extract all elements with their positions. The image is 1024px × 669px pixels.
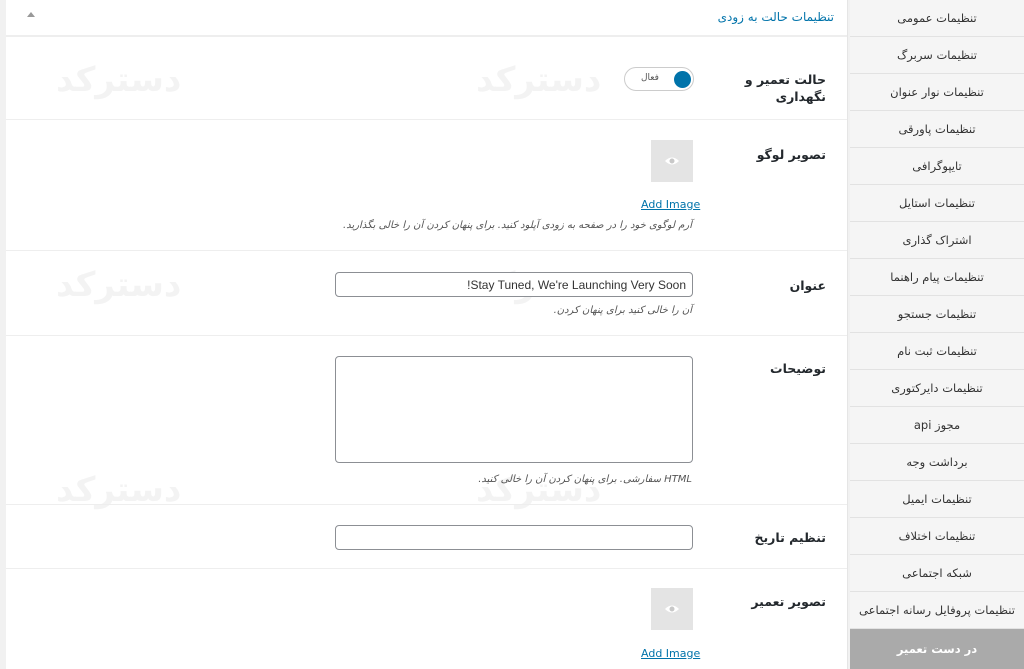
repair-image-preview[interactable] bbox=[651, 588, 693, 630]
title-description: آن را خالی کنید برای پنهان کردن. bbox=[553, 305, 692, 316]
logo-preview[interactable] bbox=[651, 140, 693, 182]
toggle-state-label: فعال bbox=[641, 73, 659, 83]
sidebar-item-registration[interactable]: تنظیمات ثبت نام bbox=[850, 333, 1024, 370]
sidebar-item-api-license[interactable]: مجوز api bbox=[850, 407, 1024, 444]
sidebar-item-dispute[interactable]: تنظیمات اختلاف bbox=[850, 518, 1024, 555]
toggle-knob bbox=[674, 71, 691, 88]
sidebar-item-help-message[interactable]: تنظیمات پیام راهنما bbox=[850, 259, 1024, 296]
sidebar-item-search[interactable]: تنظیمات جستجو bbox=[850, 296, 1024, 333]
title-input[interactable] bbox=[335, 272, 693, 297]
date-input[interactable] bbox=[335, 525, 693, 550]
repair-image-label: تصویر تعمیر bbox=[751, 594, 826, 609]
repair-image-row: تصویر تعمیر bbox=[6, 569, 847, 669]
sidebar-item-header[interactable]: تنظیمات سربرگ bbox=[850, 37, 1024, 74]
eye-icon bbox=[665, 157, 679, 165]
title-label: عنوان bbox=[789, 278, 826, 293]
settings-panel: دسترکد دسترکد دسترکد دسترکد دسترکد دسترک… bbox=[6, 0, 848, 669]
maintenance-row: حالت تعمیر و نگهداری bbox=[6, 39, 847, 120]
sidebar-item-general[interactable]: تنظیمات عمومی bbox=[850, 0, 1024, 37]
sidebar-item-typography[interactable]: تایپوگرافی bbox=[850, 148, 1024, 185]
collapse-arrow-icon[interactable] bbox=[26, 10, 36, 20]
sidebar-item-sharing[interactable]: اشتراک گذاری bbox=[850, 222, 1024, 259]
logo-description: آرم لوگوی خود را در صفحه به زودی آپلود ک… bbox=[343, 220, 692, 231]
sidebar-item-email[interactable]: تنظیمات ایمیل bbox=[850, 481, 1024, 518]
description-help: HTML سفارشی. برای پنهان کردن آن را خالی … bbox=[478, 474, 692, 485]
repair-add-image-link[interactable]: Add Image bbox=[641, 647, 700, 660]
sidebar-item-social-profile[interactable]: تنظیمات پروفایل رسانه اجتماعی bbox=[850, 592, 1024, 629]
section-header: تنظیمات حالت به زودی bbox=[6, 0, 847, 37]
sidebar-item-title-bar[interactable]: تنظیمات نوار عنوان bbox=[850, 74, 1024, 111]
sidebar-item-footer[interactable]: تنظیمات پاورقی bbox=[850, 111, 1024, 148]
sidebar-item-maintenance[interactable]: در دست تعمیر bbox=[850, 629, 1024, 669]
sidebar-item-directory[interactable]: تنظیمات دایرکتوری bbox=[850, 370, 1024, 407]
section-title: تنظیمات حالت به زودی bbox=[717, 10, 834, 24]
logo-add-image-link[interactable]: Add Image bbox=[641, 198, 700, 211]
date-label: تنظیم تاریخ bbox=[754, 530, 826, 545]
settings-sidebar: تنظیمات عمومی تنظیمات سربرگ تنظیمات نوار… bbox=[850, 0, 1024, 669]
logo-label: تصویر لوگو bbox=[756, 147, 826, 162]
description-label: توضیحات bbox=[770, 361, 826, 376]
maintenance-toggle[interactable]: فعال bbox=[624, 67, 694, 91]
maintenance-label: حالت تعمیر و نگهداری bbox=[744, 72, 826, 104]
sidebar-item-style[interactable]: تنظیمات استایل bbox=[850, 185, 1024, 222]
sidebar-item-withdrawal[interactable]: برداشت وجه bbox=[850, 444, 1024, 481]
logo-row: تصویر لوگو bbox=[6, 120, 847, 251]
sidebar-item-social-network[interactable]: شبکه اجتماعی bbox=[850, 555, 1024, 592]
description-textarea[interactable] bbox=[335, 356, 693, 463]
eye-icon bbox=[665, 605, 679, 613]
